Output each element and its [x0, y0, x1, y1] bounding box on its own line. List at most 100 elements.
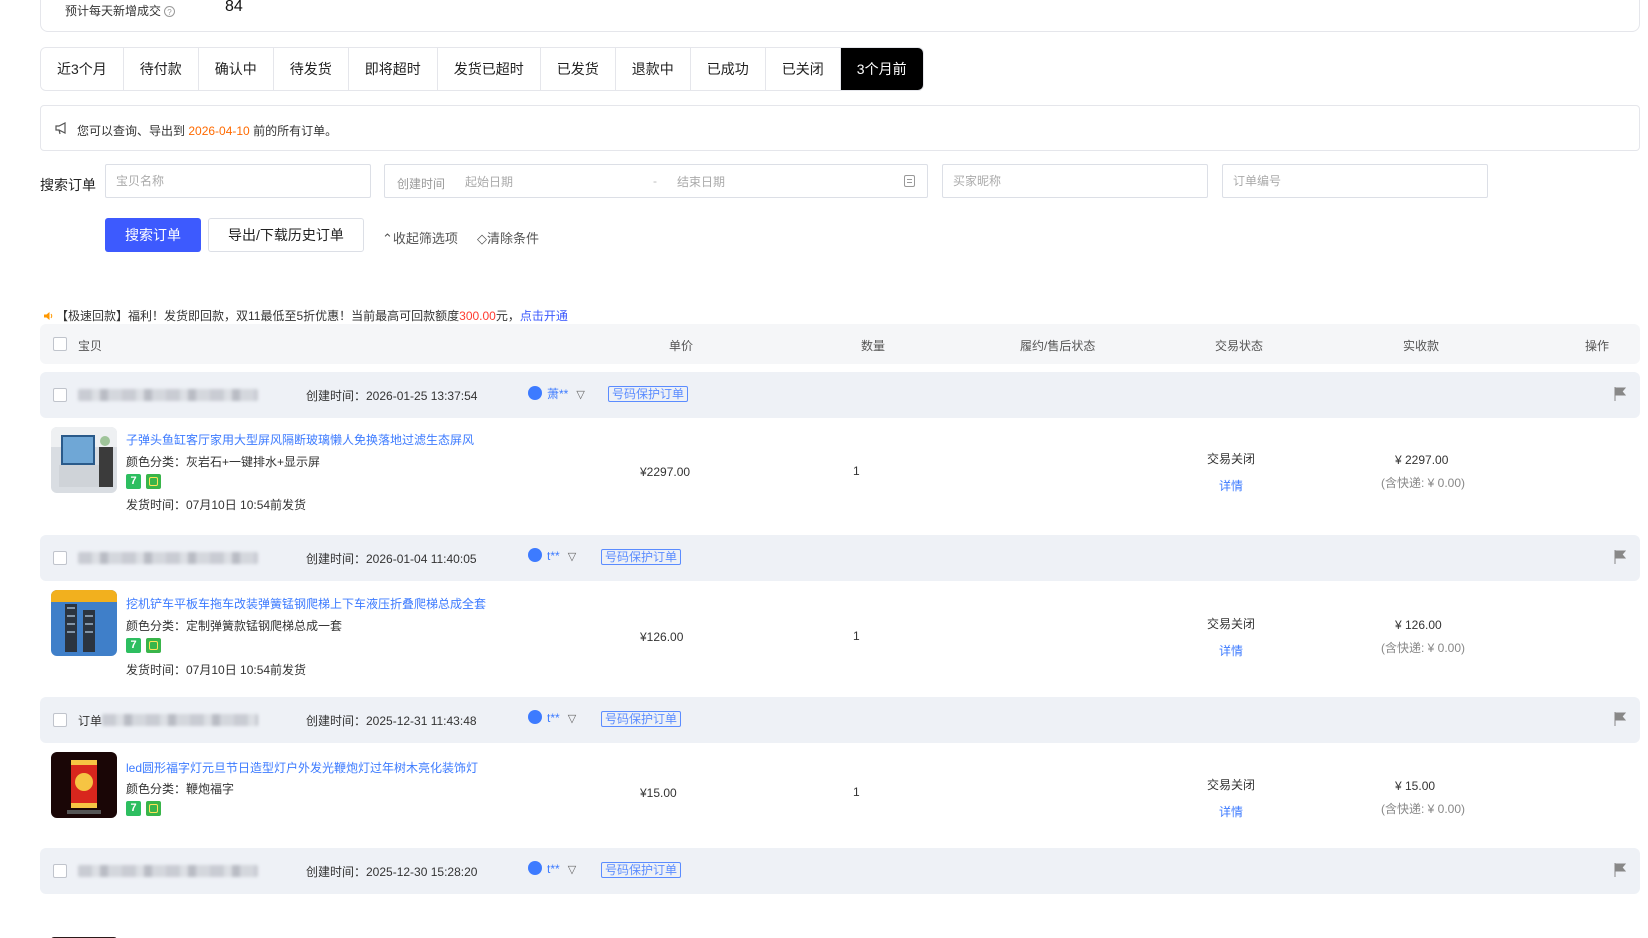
protected-order-tag: 号码保护订单 — [608, 386, 689, 402]
tab-shipped[interactable]: 已发货 — [540, 48, 616, 90]
order-detail-link[interactable]: 详情 — [1219, 477, 1243, 494]
tab-refunding[interactable]: 退款中 — [615, 48, 691, 90]
order-number-input[interactable] — [1223, 165, 1487, 197]
daily-deals-label: 预计每天新增成交? — [65, 2, 176, 19]
clear-conditions-link[interactable]: ◇清除条件 — [477, 228, 539, 247]
megaphone-icon — [55, 122, 66, 135]
product-image[interactable] — [51, 932, 117, 938]
wangwang-icon[interactable] — [528, 710, 542, 724]
order-number-blurred — [78, 552, 258, 564]
service-badges: 7 — [126, 638, 166, 654]
order-checkbox[interactable] — [53, 713, 67, 727]
created-time: 创建时间：2025-12-31 11:43:48 — [306, 714, 477, 728]
product-title-link[interactable]: 子弹头鱼缸客厅家用大型屏风隔断玻璃懒人免换落地过滤生态屏风 — [126, 431, 474, 448]
guarantee-icon — [146, 638, 161, 653]
filter-icon[interactable]: ▽ — [568, 713, 576, 725]
export-history-button[interactable]: 导出/下载历史订单 — [208, 218, 364, 252]
created-time: 创建时间：2026-01-04 11:40:05 — [306, 552, 477, 566]
order-header: 创建时间：2026-01-04 11:40:05 t** ▽ 号码保护订单 — [40, 535, 1640, 581]
calendar-icon[interactable] — [904, 175, 915, 187]
buyer-nickname[interactable]: 萧** ▽ — [528, 385, 585, 402]
postage-amount: (含快递: ¥ 0.00) — [1381, 476, 1466, 490]
trade-status: 交易关闭 — [1207, 452, 1256, 466]
tab-to-ship[interactable]: 待发货 — [273, 48, 349, 90]
flag-icon[interactable] — [1614, 863, 1626, 877]
order-header: 创建时间：2026-01-25 13:37:54 萧** ▽ 号码保护订单 — [40, 372, 1640, 418]
product-sku: 颜色分类：鞭炮福字 — [126, 782, 235, 796]
order-detail-link[interactable]: 详情 — [1219, 642, 1243, 659]
promo-activate-link[interactable]: 点击开通 — [520, 309, 568, 323]
item-name-input[interactable] — [106, 165, 370, 197]
7-day-return-icon: 7 — [126, 801, 141, 816]
flag-icon[interactable] — [1614, 387, 1626, 401]
filter-icon[interactable]: ▽ — [576, 389, 584, 401]
order-number-field[interactable] — [1222, 164, 1488, 198]
tab-about-to-timeout[interactable]: 即将超时 — [348, 48, 438, 90]
quantity: 1 — [853, 785, 860, 799]
product-image[interactable] — [51, 427, 117, 493]
7-day-return-icon: 7 — [126, 638, 141, 653]
created-time: 创建时间：2025-12-30 15:28:20 — [306, 865, 478, 879]
order-status-tabs: 近3个月 待付款 确认中 待发货 即将超时 发货已超时 已发货 退款中 已成功 … — [40, 47, 924, 91]
product-sku: 颜色分类：灰岩石+一键排水+显示屏 — [126, 455, 321, 469]
buyer-nickname[interactable]: t** ▽ — [528, 548, 576, 563]
tab-pending-payment[interactable]: 待付款 — [123, 48, 199, 90]
order-checkbox[interactable] — [53, 864, 67, 878]
protected-order-tag: 号码保护订单 — [601, 549, 682, 565]
product-title-link[interactable]: 挖机铲车平板车拖车改装弹簧锰钢爬梯上下车液压折叠爬梯总成全套 — [126, 595, 486, 612]
search-label: 搜索订单 — [40, 177, 96, 193]
service-badges: 7 — [126, 801, 166, 817]
service-badges: 7 — [126, 474, 166, 490]
search-orders-button[interactable]: 搜索订单 — [105, 218, 201, 252]
order-number-blurred — [102, 714, 258, 726]
buyer-nickname-input[interactable] — [943, 165, 1207, 197]
guarantee-icon — [146, 474, 161, 489]
order-detail-link[interactable]: 详情 — [1219, 803, 1243, 820]
item-name-field[interactable] — [105, 164, 371, 198]
buyer-nickname[interactable]: t** ▽ — [528, 861, 576, 876]
notice-bar: 您可以查询、导出到 2026-04-10 前的所有订单。 — [40, 105, 1640, 151]
flag-icon[interactable] — [1614, 550, 1626, 564]
tab-before-3-months[interactable]: 3个月前 — [840, 48, 923, 90]
col-trade-status: 交易状态 — [1215, 339, 1264, 353]
filter-icon[interactable]: ▽ — [568, 864, 576, 876]
buyer-nickname-field[interactable] — [942, 164, 1208, 198]
filter-icon[interactable]: ▽ — [568, 551, 576, 563]
order-checkbox[interactable] — [53, 388, 67, 402]
order-prefix: 订单 — [78, 714, 103, 728]
col-action: 操作 — [1585, 339, 1610, 353]
wangwang-icon[interactable] — [528, 548, 542, 562]
unit-price: ¥2297.00 — [640, 465, 691, 479]
product-image[interactable] — [51, 752, 117, 818]
flag-icon[interactable] — [1614, 712, 1626, 726]
order-checkbox[interactable] — [53, 551, 67, 565]
question-circle-icon[interactable]: ? — [164, 6, 176, 18]
received-amount: ¥ 15.00 — [1395, 779, 1436, 793]
tab-confirming[interactable]: 确认中 — [198, 48, 274, 90]
promo-amount: 300.00 — [459, 309, 496, 323]
product-image[interactable] — [51, 590, 117, 656]
wangwang-icon[interactable] — [528, 386, 542, 400]
tab-ship-overdue[interactable]: 发货已超时 — [437, 48, 541, 90]
tab-succeeded[interactable]: 已成功 — [690, 48, 766, 90]
quantity: 1 — [853, 629, 860, 643]
notice-date: 2026-04-10 — [188, 124, 250, 138]
buyer-nickname[interactable]: t** ▽ — [528, 710, 576, 725]
created-time-range[interactable]: 创建时间 - — [384, 164, 1209, 198]
unit-price: ¥15.00 — [640, 786, 677, 800]
collapse-filters-link[interactable]: ⌃收起筛选项 — [382, 228, 458, 247]
trade-status: 交易关闭 — [1207, 778, 1256, 792]
tab-recent-3-months[interactable]: 近3个月 — [41, 48, 124, 90]
range-dash: - — [653, 174, 657, 188]
received-amount: ¥ 126.00 — [1395, 618, 1442, 632]
select-all-checkbox[interactable] — [53, 337, 67, 351]
product-title-link[interactable]: led圆形福字灯元旦节日造型灯户外发光鞭炮灯过年树木亮化装饰灯 — [126, 759, 478, 776]
postage-amount: (含快递: ¥ 0.00) — [1381, 641, 1466, 655]
speaker-icon — [44, 312, 53, 320]
tab-closed[interactable]: 已关闭 — [765, 48, 841, 90]
col-after-sale: 履约/售后状态 — [1020, 339, 1096, 353]
ship-deadline: 发货时间：07月10日 10:54前发货 — [126, 663, 307, 677]
order-header: 订单 创建时间：2025-12-31 11:43:48 t** ▽ 号码保护订单 — [40, 697, 1640, 743]
wangwang-icon[interactable] — [528, 861, 542, 875]
col-price: 单价 — [669, 339, 694, 353]
